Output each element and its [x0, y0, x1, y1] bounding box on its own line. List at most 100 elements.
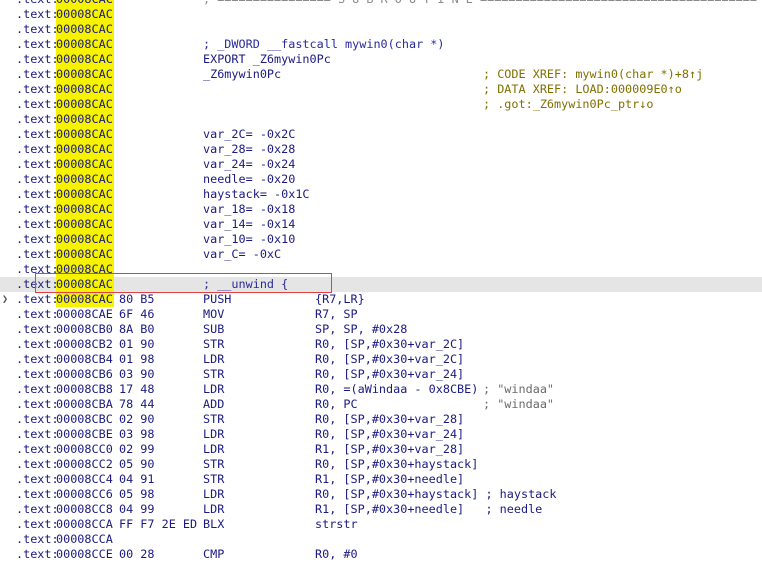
instruction[interactable]: _Z6mywin0Pc — [203, 67, 281, 82]
address[interactable]: 00008CCA — [56, 517, 113, 532]
listing-line[interactable]: .text: 00008CC8 04 99 LDR R1, [SP,#0x30+need… — [0, 502, 762, 517]
instruction[interactable]: SUB — [203, 322, 224, 337]
operands[interactable]: R0, [SP,#0x30+var_2C] — [315, 352, 464, 367]
instruction[interactable]: STR — [203, 457, 224, 472]
address[interactable]: 00008CC2 — [56, 457, 113, 472]
operands[interactable]: R0, [SP,#0x30+var_24] — [315, 427, 464, 442]
chevron-down-icon[interactable]: ❯ — [2, 292, 8, 307]
instruction[interactable]: LDR — [203, 502, 224, 517]
instruction[interactable]: BLX — [203, 517, 224, 532]
address[interactable]: 00008CB6 — [56, 367, 113, 382]
address[interactable]: 00008CBC — [56, 412, 113, 427]
operands[interactable]: R0, [SP,#0x30+var_24] — [315, 367, 464, 382]
address[interactable]: 00008CAC — [56, 0, 114, 7]
address[interactable]: 00008CC0 — [56, 442, 113, 457]
address[interactable]: 00008CAC — [56, 232, 114, 247]
listing-line[interactable]: ❯ .text: 00008CAC 80 B5 PUSH {R7,LR} — [0, 292, 762, 307]
address[interactable]: 00008CC4 — [56, 472, 113, 487]
address[interactable]: 00008CAC — [56, 277, 114, 292]
listing-line[interactable]: .text: 00008CCA — [0, 532, 762, 547]
listing-line[interactable]: .text: 00008CCA FF F7 2E ED BLX strstr — [0, 517, 762, 532]
operands[interactable]: SP, SP, #0x28 — [315, 322, 407, 337]
address[interactable]: 00008CAE — [56, 307, 113, 322]
listing-line[interactable]: .text: 00008CAC EXPORT _Z6mywin0Pc — [0, 52, 762, 67]
instruction[interactable]: var_14= -0x14 — [203, 217, 295, 232]
address[interactable]: 00008CAC — [56, 7, 114, 22]
listing-line[interactable]: .text: 00008CAC var_2C= -0x2C — [0, 127, 762, 142]
operands[interactable]: R0, [SP,#0x30+haystack] — [315, 457, 478, 472]
instruction[interactable]: STR — [203, 412, 224, 427]
listing-line[interactable]: .text: 00008CBA 78 44 ADD R0, PC ; "windaa" — [0, 397, 762, 412]
listing-line[interactable]: .text: 00008CAC var_C= -0xC — [0, 247, 762, 262]
listing-line[interactable]: .text: 00008CAC var_24= -0x24 — [0, 157, 762, 172]
instruction[interactable]: var_10= -0x10 — [203, 232, 295, 247]
instruction[interactable]: haystack= -0x1C — [203, 187, 310, 202]
address[interactable]: 00008CAC — [56, 292, 114, 307]
operands[interactable]: R0, [SP,#0x30+haystack] ; haystack — [315, 487, 556, 502]
listing-line[interactable]: .text: 00008CAC — [0, 22, 762, 37]
operands[interactable]: R7, SP — [315, 307, 358, 322]
address[interactable]: 00008CAC — [56, 112, 114, 127]
instruction[interactable]: LDR — [203, 382, 224, 397]
address[interactable]: 00008CAC — [56, 67, 114, 82]
instruction[interactable]: var_28= -0x28 — [203, 142, 295, 157]
listing-line[interactable]: .text: 00008CC6 05 98 LDR R0, [SP,#0x30+hays… — [0, 487, 762, 502]
listing-line[interactable]: .text: 00008CAC var_28= -0x28 — [0, 142, 762, 157]
instruction[interactable]: var_24= -0x24 — [203, 157, 295, 172]
listing-line[interactable]: .text: 00008CAC var_18= -0x18 — [0, 202, 762, 217]
listing-line[interactable]: .text: 00008CAC ; DATA XREF: LOAD:000009E0… — [0, 82, 762, 97]
instruction[interactable]: PUSH — [203, 292, 231, 307]
listing-line[interactable]: .text: 00008CC2 05 90 STR R0, [SP,#0x30+hays… — [0, 457, 762, 472]
address[interactable]: 00008CAC — [56, 187, 114, 202]
listing-line[interactable]: .text: 00008CB6 03 90 STR R0, [SP,#0x30+var_… — [0, 367, 762, 382]
address[interactable]: 00008CCA — [56, 532, 113, 547]
listing-line[interactable]: .text: 00008CAC ; .got:_Z6mywin0Pc_ptr↓o — [0, 97, 762, 112]
address[interactable]: 00008CAC — [56, 262, 114, 277]
instruction[interactable]: LDR — [203, 352, 224, 367]
operands[interactable]: R0, =(aWindaa - 0x8CBE) — [315, 382, 478, 397]
listing-line[interactable]: .text: 00008CAC needle= -0x20 — [0, 172, 762, 187]
instruction[interactable]: LDR — [203, 487, 224, 502]
operands[interactable]: strstr — [315, 517, 358, 532]
instruction[interactable]: STR — [203, 472, 224, 487]
instruction[interactable]: var_18= -0x18 — [203, 202, 295, 217]
address[interactable]: 00008CB0 — [56, 322, 113, 337]
instruction[interactable]: LDR — [203, 427, 224, 442]
address[interactable]: 00008CB8 — [56, 382, 113, 397]
listing-line[interactable]: .text: 00008CAC ; _DWORD __fastcall mywin0… — [0, 37, 762, 52]
disassembly-listing[interactable]: .text:00008CAC; ================ S U B R… — [0, 0, 762, 562]
listing-line[interactable]: .text: 00008CB8 17 48 LDR R0, =(aWindaa - 0x… — [0, 382, 762, 397]
address[interactable]: 00008CB4 — [56, 352, 113, 367]
address[interactable]: 00008CAC — [56, 202, 114, 217]
listing-line[interactable]: .text: 00008CAC var_14= -0x14 — [0, 217, 762, 232]
operands[interactable]: R0, [SP,#0x30+var_28] — [315, 412, 464, 427]
listing-line[interactable]: .text: 00008CAC — [0, 262, 762, 277]
instruction[interactable]: LDR — [203, 442, 224, 457]
address[interactable]: 00008CC8 — [56, 502, 113, 517]
listing-line[interactable]: .text: 00008CB2 01 90 STR R0, [SP,#0x30+var_… — [0, 337, 762, 352]
instruction[interactable]: MOV — [203, 307, 224, 322]
listing-line[interactable]: .text: 00008CAE 6F 46 MOV R7, SP — [0, 307, 762, 322]
address[interactable]: 00008CAC — [56, 127, 114, 142]
listing-line[interactable]: .text: 00008CAC _Z6mywin0Pc ; CODE XREF: my… — [0, 67, 762, 82]
operands[interactable]: R1, [SP,#0x30+needle] ; needle — [315, 502, 542, 517]
instruction[interactable]: var_C= -0xC — [203, 247, 281, 262]
listing-line[interactable]: .text: 00008CC0 02 99 LDR R1, [SP,#0x30+var_… — [0, 442, 762, 457]
address[interactable]: 00008CAC — [56, 52, 114, 67]
address[interactable]: 00008CBA — [56, 397, 113, 412]
address[interactable]: 00008CAC — [56, 247, 114, 262]
address[interactable]: 00008CB2 — [56, 337, 113, 352]
instruction[interactable]: STR — [203, 367, 224, 382]
listing-line[interactable]: .text: 00008CAC — [0, 7, 762, 22]
address[interactable]: 00008CAC — [56, 142, 114, 157]
listing-line[interactable]: .text: 00008CB4 01 98 LDR R0, [SP,#0x30+var_… — [0, 352, 762, 367]
operands[interactable]: {R7,LR} — [315, 292, 365, 307]
operands[interactable]: R1, [SP,#0x30+var_28] — [315, 442, 464, 457]
address[interactable]: 00008CAC — [56, 157, 114, 172]
listing-line[interactable]: .text: 00008CAC var_10= -0x10 — [0, 232, 762, 247]
listing-line[interactable]: .text: 00008CAC ; __unwind { — [0, 277, 762, 292]
instruction[interactable]: STR — [203, 337, 224, 352]
operands[interactable]: R1, [SP,#0x30+needle] — [315, 472, 464, 487]
instruction[interactable]: ADD — [203, 397, 224, 412]
listing-line[interactable]: .text: 00008CBC 02 90 STR R0, [SP,#0x30+var_… — [0, 412, 762, 427]
